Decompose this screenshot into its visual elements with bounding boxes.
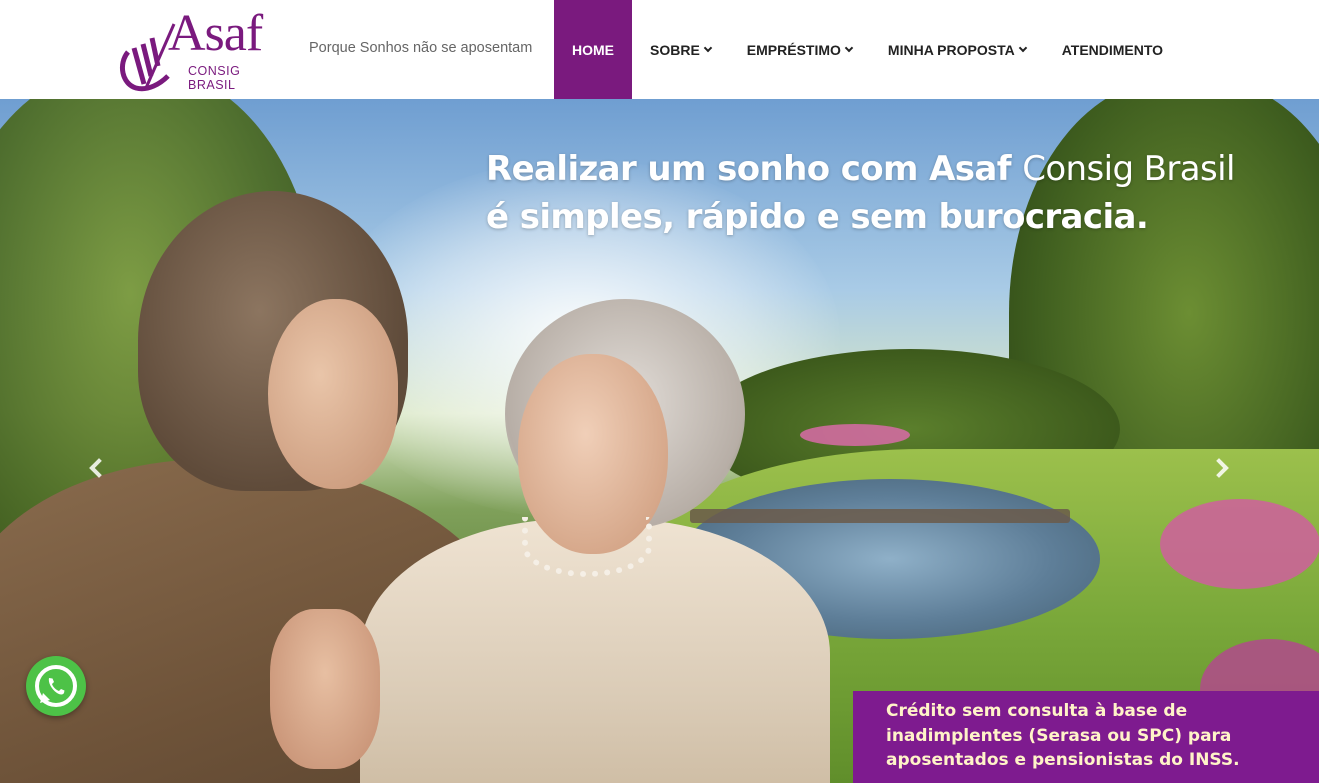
nav-sobre-label: SOBRE [650, 41, 700, 58]
brand-logo[interactable]: Asaf CONSIG BRASIL [118, 8, 288, 92]
hero-bridge [690, 509, 1070, 523]
chevron-down-icon [1018, 43, 1027, 52]
chevron-down-icon [844, 43, 854, 52]
nav-atendimento-label: ATENDIMENTO [1061, 41, 1164, 58]
nav-atendimento[interactable]: ATENDIMENTO [1044, 0, 1181, 99]
hero-carousel: Realizar um sonho com Asaf Consig Brasil… [0, 99, 1319, 783]
brand-name: Asaf [168, 5, 263, 62]
hero-flowers [800, 424, 910, 446]
promo-line: aposentados e pensionistas do INSS. [886, 750, 1240, 770]
nav-sobre[interactable]: SOBRE [632, 0, 729, 99]
hero-flowers [1160, 499, 1319, 589]
promo-line: Crédito sem consulta à base de [886, 701, 1188, 721]
tagline: Porque Sonhos não se aposentam [309, 40, 533, 56]
hero-person-young-face [268, 299, 398, 489]
main-nav: HOME SOBRE EMPRÉSTIMO MINHA PROPOSTA ATE… [554, 0, 1181, 99]
promo-line: inadimplentes (Serasa ou SPC) para [886, 725, 1232, 746]
headline-line-2: é simples, rápido e sem burocracia. [486, 197, 1149, 237]
hero-pearl-necklace [522, 517, 652, 577]
headline-light: Consig Brasil [1022, 149, 1235, 189]
site-header: Asaf CONSIG BRASIL Porque Sonhos não se … [0, 0, 1319, 99]
nav-home-label: HOME [572, 41, 614, 58]
whatsapp-icon [35, 665, 77, 707]
hero-headline: Realizar um sonho com Asaf Consig Brasil… [486, 145, 1235, 241]
nav-minha-proposta-label: MINHA PROPOSTA [887, 41, 1015, 58]
whatsapp-button[interactable] [26, 656, 86, 716]
nav-home[interactable]: HOME [554, 0, 632, 99]
nav-emprestimo[interactable]: EMPRÉSTIMO [729, 0, 870, 99]
promo-banner: Crédito sem consulta à base de inadimple… [853, 691, 1319, 783]
chevron-down-icon [703, 43, 713, 52]
nav-emprestimo-label: EMPRÉSTIMO [746, 41, 841, 58]
headline-bold: Realizar um sonho com Asaf [486, 149, 1012, 189]
hero-holding-hands [270, 609, 380, 769]
nav-minha-proposta[interactable]: MINHA PROPOSTA [870, 0, 1044, 99]
brand-subtitle: CONSIG BRASIL [188, 64, 241, 92]
